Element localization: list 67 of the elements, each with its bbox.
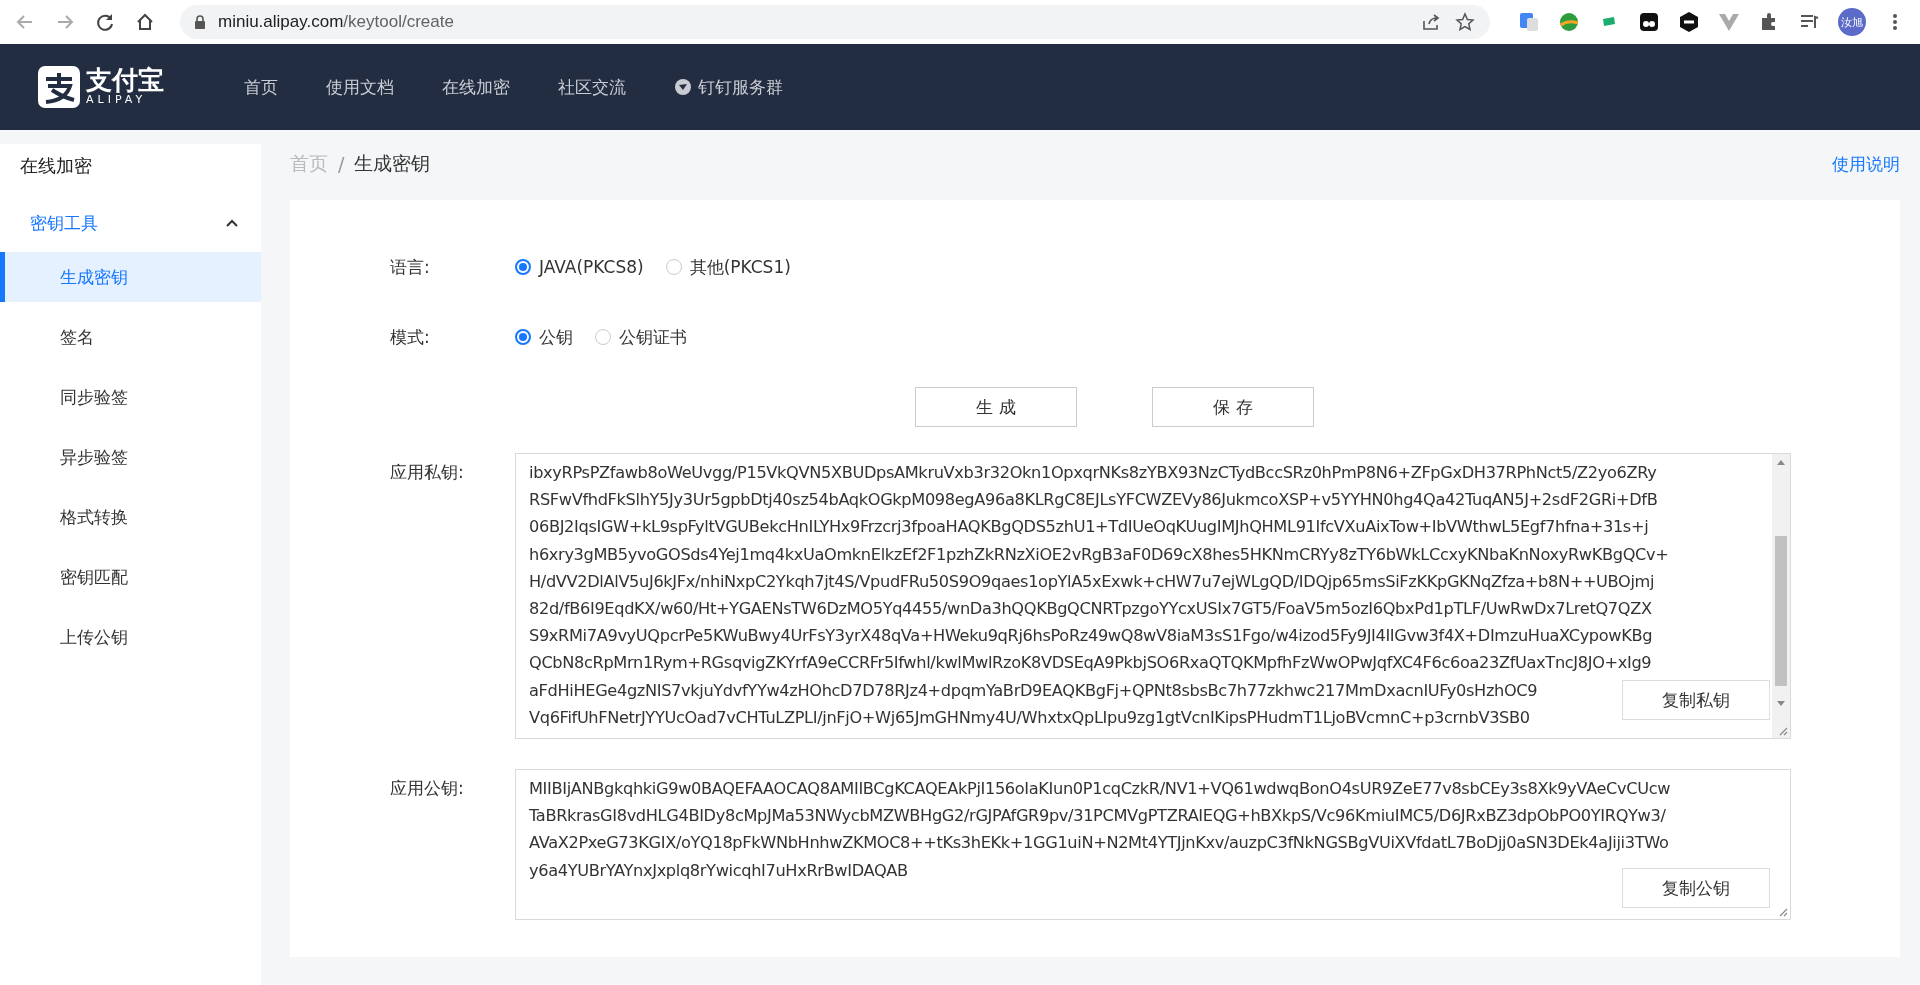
logo-text: 支付宝 <box>86 67 164 94</box>
sidebar-item[interactable]: 签名 <box>0 312 261 362</box>
breadcrumb-separator: / <box>338 153 345 175</box>
sidebar-item[interactable]: 上传公钥 <box>0 612 261 662</box>
resize-handle-icon[interactable] <box>1778 726 1788 736</box>
sidebar-item[interactable]: 密钥匹配 <box>0 552 261 602</box>
nav-link[interactable]: 首页 <box>244 75 278 99</box>
radio-option[interactable]: 公钥 <box>515 325 573 349</box>
lock-icon <box>194 15 206 29</box>
address-bar[interactable]: miniu.alipay.com/keytool/create <box>180 5 1490 39</box>
nav-link[interactable]: 使用文档 <box>326 75 394 99</box>
radio-option[interactable]: JAVA(PKCS8) <box>515 255 644 279</box>
help-link[interactable]: 使用说明 <box>1832 152 1900 176</box>
globe-icon[interactable] <box>1558 11 1580 33</box>
key-text-line: RSFwVfhdFkSlhY5Jy3Ur5gpbDtj40sz54bAqkOGkpM098egA96a8KLRgC8EJLsYFCWZEVy86JukmcoXSP+v5YYHN0hg4Qa42TuqAN5J+2sdF2GRi+DfB <box>529 489 1658 512</box>
profile-avatar[interactable]: 汝旭 <box>1838 8 1866 36</box>
key-text-line: 82d/fB6I9EqdKX/w60/Ht+YGAENsTW6DzMO5Yq4455/wnDa3hQQKBgQCNRTpzgoYYcxUSIx7GT5/FoaV5m5ozI6QbxPd1pTLF/UwRwDx7LretQ7QZX <box>529 598 1652 620</box>
key-textarea[interactable] <box>515 453 1791 739</box>
field-label: 模式: <box>390 325 431 349</box>
key-text-line: ibxyRPsPZfawb8oWeUvgg/P15VkQVN5XBUDpsAMkruVxb3r32Okn1OpxqrNKs8zYBX93NzCTydBccSRz0hPmP8N6+ZFpGxDH37RPhNct5/Z2yo6ZRy <box>529 462 1657 484</box>
key-text-line: Vq6FifUhFNetrJYYUcOad7vCHTuLZPLI/jnFjO+Wj65JmGHNmy4U/WhxtxQpLIpu9zg1gtVcnIKipsPHudmT1LjoBVcmnC+p3crnbV3SB0 <box>529 706 1530 729</box>
logo-icon <box>38 66 80 108</box>
key-text-line: TaBRkrasGI8vdHLG4BIDy8cMpJMa53NWycbMZWBHgG2/rGJPAfGR9pv/31PCMVgPTZRAIEQG+hBXkpS/Vc96KmiuIMC5/D6JRxBZ3dpObPO0YIRQYw3/ <box>529 805 1666 828</box>
copy-button[interactable]: 复制公钥 <box>1622 868 1770 908</box>
block-icon[interactable] <box>1678 11 1700 33</box>
key-text-line: y6a4YUBrYAYnxJxplq8rYwicqhI7uHxRrBwIDAQAB <box>529 859 908 882</box>
sidebar-item[interactable]: 异步验签 <box>0 432 261 482</box>
nav-link[interactable]: 社区交流 <box>558 75 626 99</box>
key-text-line: QCbN8cRpMrn1Rym+RGsqvigZKYrfA9eCCRFr5Ifwhl/kwlMwlRzoK8VDSEqA9PkbjSO6RxaQTQKMpfhFzWwOPwJqfXC4F6c6oa23ZfUaxTncJ8JO+xIg9 <box>529 652 1652 675</box>
sidebar-title: 在线加密 <box>19 154 93 178</box>
field-label: 语言: <box>390 255 431 279</box>
action-button[interactable]: 保 存 <box>1152 387 1314 427</box>
radio-button[interactable] <box>515 259 531 275</box>
sidebar-item[interactable]: 同步验签 <box>0 372 261 422</box>
action-button[interactable]: 生 成 <box>915 387 1077 427</box>
resize-handle-icon[interactable] <box>1778 907 1788 917</box>
key-text-line: S9xRMi7A9vyUQpcrPe5KWuBwy4UrFsY3yrX48qVa+HWeku9qRj6hsPoRz49wQ8wV8iaM3sS1Fgo/w4izod5Fy9JI4IIGvw3f4X+DImzuHuaXCypowKBg <box>529 625 1653 648</box>
key-textarea[interactable] <box>515 769 1791 920</box>
sidebar-group[interactable]: 密钥工具 <box>0 194 261 252</box>
key-text-line: AVaX2PxeG73KGIX/oYQ18pFkWNbHnhwZKMOC8++tKs3hEKk+1GG1uiN+N2Mt4YTJjnKxv/auzpC3fNkNGSBgVUiXVfdatL7BoDjj0aSN3DEk4aJiji3TWo <box>529 832 1669 855</box>
scrollbar[interactable] <box>1772 454 1790 738</box>
radio-button[interactable] <box>515 329 531 345</box>
key-text-line: MIIBIjANBgkqhkiG9w0BAQEFAAOCAQ8AMIIBCgKCAQEAkPjI156oIaKIun0P1cqCzkR/NV1+VQ61wdwqBonO4sUR9ZeE77v8sbCEy3s8Xk9yVAeCvCUcw <box>529 778 1671 800</box>
key-text-line: aFdHiHEGe4gzNIS7vkjuYdvfYYw4zHOhcD7D78RJz4+dpqmYaBrD9EAQKBgFj+QPNt8sbsBc7h77zkhwc217MmDxacnIUFy0sHzhOC9 <box>529 679 1538 702</box>
radio-option[interactable]: 公钥证书 <box>595 325 687 349</box>
sidebar-item[interactable]: 格式转换 <box>0 492 261 542</box>
field-label: 应用私钥: <box>390 461 465 484</box>
radio-option[interactable]: 其他(PKCS1) <box>665 255 791 279</box>
field-label: 应用公钥: <box>390 777 465 800</box>
copy-button[interactable]: 复制私钥 <box>1622 680 1770 720</box>
star-icon[interactable] <box>1454 11 1476 33</box>
radio-label: 其他(PKCS1) <box>689 255 791 279</box>
share-icon[interactable] <box>1420 11 1442 33</box>
vue-logo-icon[interactable] <box>1718 11 1740 33</box>
key-text-line: h6xry3gMB5yvoGOSds4Yej1mq4kxUaOmknElkzEf2F1pzhZkRNzXiOE2vRgB3aF0D69cX8hes5HKNmCRYy8zTY6bWkLCcxyKNbaKnNoxyRwKBgQCv+ <box>529 543 1669 566</box>
breadcrumb-item: 生成密钥 <box>354 151 431 176</box>
radio-label: JAVA(PKCS8) <box>539 257 644 277</box>
radio-label: 公钥证书 <box>619 325 687 349</box>
url-text: miniu.alipay.com/keytool/create <box>218 12 454 32</box>
nav-link[interactable]: 钉钉服务群 <box>674 75 783 99</box>
nav-link[interactable]: 在线加密 <box>442 75 510 99</box>
key-text-line: H/dVV2DlAlV5uJ6kJFx/nhiNxpC2Ykqh7jt4S/VpudFRu50S9O9qaes1opYlA5xExwk+cHW7u7ejWLgQD/IDQjp65msSiFzKKpGKNqZfza+b8N++UBOjmj <box>529 570 1655 593</box>
key-text-line: 06BJ2IqsIGW+kL9spFyltVGUBekcHnILYHx9Frzcrj3fpoaHAQKBgQDS5zhU1+TdIUeOqKUugIMJhQHML91IfcVXuAixTow+IbVWthwL5Egf7hfna+31s+j <box>529 516 1649 539</box>
radio-label: 公钥 <box>539 325 573 349</box>
sidebar-item[interactable]: 生成密钥 <box>0 252 261 302</box>
eyes-icon[interactable] <box>1638 11 1660 33</box>
logo-subtext: ALIPAY <box>86 93 148 107</box>
